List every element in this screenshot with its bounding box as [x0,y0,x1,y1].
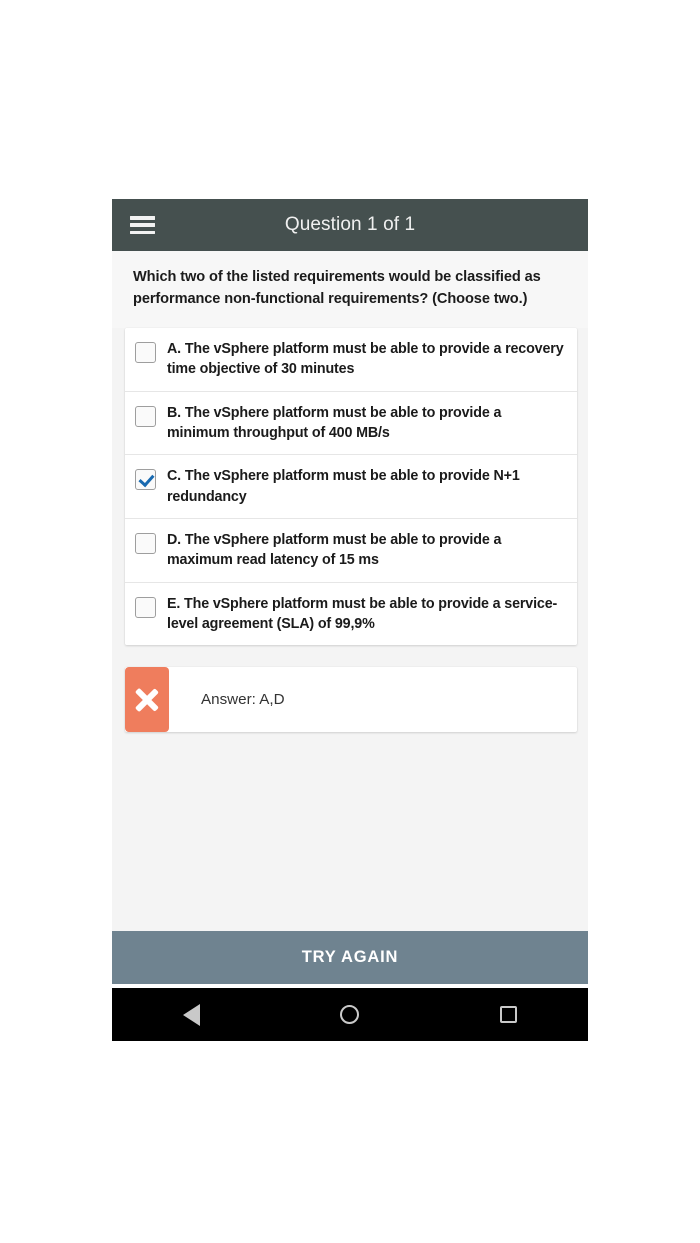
x-mark-icon [134,687,160,713]
back-triangle-icon [182,1003,200,1026]
checkbox-d[interactable] [135,532,156,554]
option-row-c[interactable]: C. The vSphere platform must be able to … [125,455,577,519]
option-label-e: E. The vSphere platform must be able to … [167,595,558,632]
hamburger-bar [130,230,155,234]
try-again-label: TRY AGAIN [301,948,399,966]
options-list: A. The vSphere platform must be able to … [125,328,577,646]
option-row-e[interactable]: E. The vSphere platform must be able to … [125,582,577,646]
page-title: Question 1 of 1 [284,214,416,235]
question-block: Which two of the listed requirements wou… [112,251,588,329]
checkbox-c[interactable] [135,469,156,491]
phone-screen: Question 1 of 1 Which two of the listed … [112,199,588,1041]
option-row-d[interactable]: D. The vSphere platform must be able to … [125,518,577,583]
option-label-d: D. The vSphere platform must be able to … [167,531,502,569]
option-row-b[interactable]: B. The vSphere platform must be able to … [125,391,577,456]
content-area: Which two of the listed requirements wou… [112,251,588,1041]
answer-result-card: Answer: A,D [125,667,577,733]
question-text: Which two of the listed requirements wou… [133,269,541,307]
hamburger-bar [130,216,155,220]
status-badge [125,667,169,733]
answer-text: Answer: A,D [201,691,285,709]
checkbox-a[interactable] [135,342,156,364]
checkbox-b[interactable] [135,405,156,427]
app-header: Question 1 of 1 [112,199,588,251]
home-circle-icon [340,1005,360,1024]
option-label-a: A. The vSphere platform must be able to … [167,341,564,378]
screenshot-root: Question 1 of 1 Which two of the listed … [0,0,700,1243]
option-label-b: B. The vSphere platform must be able to … [167,404,502,442]
recents-square-icon [500,1006,518,1023]
option-label-c: C. The vSphere platform must be able to … [167,468,520,505]
checkbox-e[interactable] [135,596,156,618]
option-row-a[interactable]: A. The vSphere platform must be able to … [125,328,577,392]
back-button[interactable] [161,988,221,1041]
recents-button[interactable] [479,988,539,1041]
hamburger-bar [130,223,155,227]
hamburger-menu-icon[interactable] [130,216,155,234]
try-again-button[interactable]: TRY AGAIN [112,931,588,984]
android-navigation-bar [112,988,588,1041]
home-button[interactable] [320,988,380,1041]
